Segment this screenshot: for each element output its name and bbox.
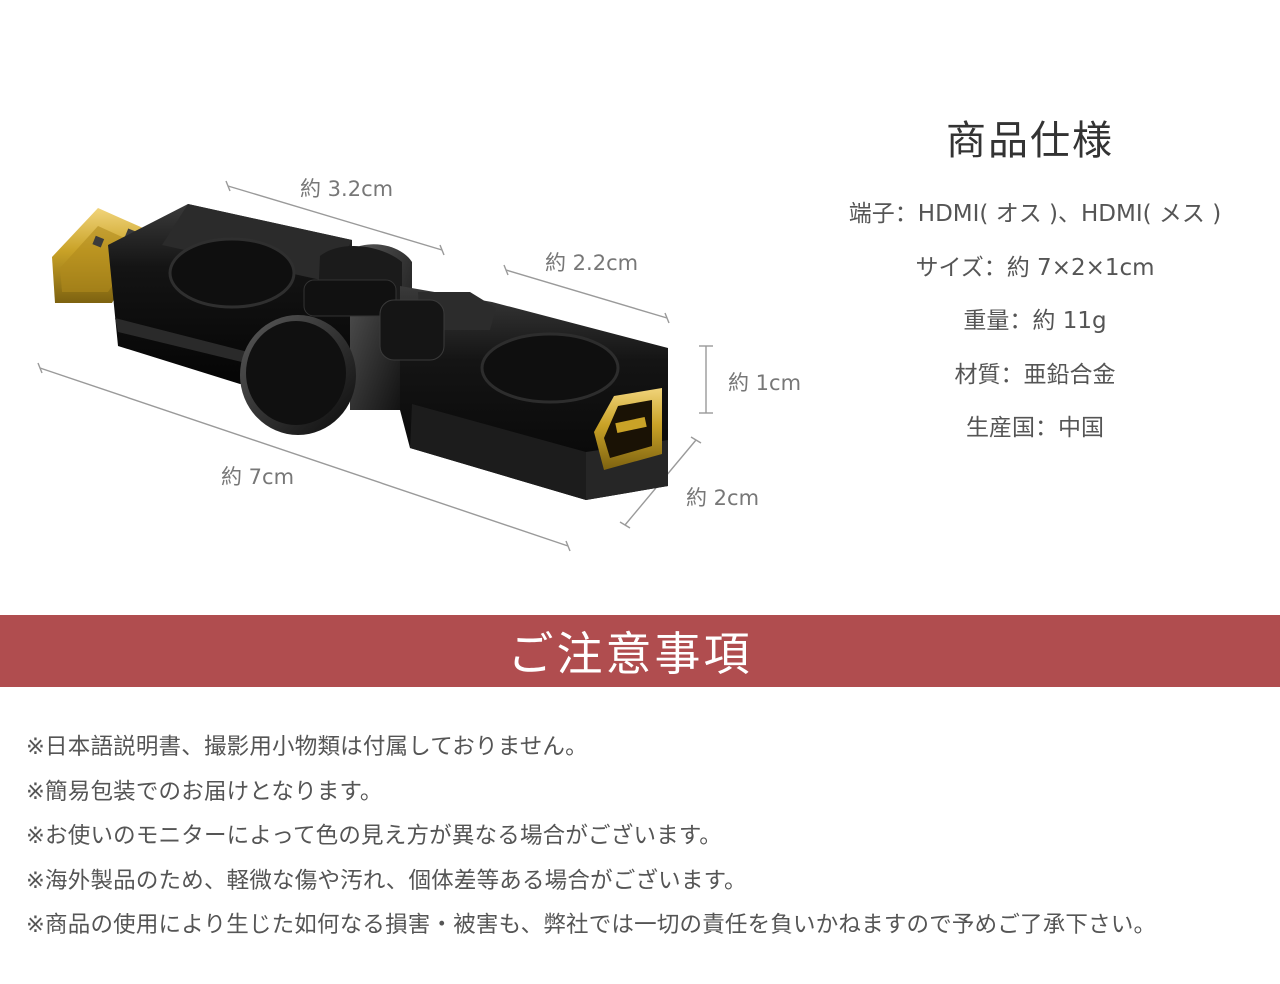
spec-weight: 重量：約 11g [963, 308, 1107, 334]
notice-item: ※海外製品のため、軽微な傷や汚れ、個体差等ある場合がございます。 [26, 867, 747, 894]
spec-origin: 生産国：中国 [966, 415, 1104, 441]
dimension-length: 約 7cm [221, 465, 295, 489]
dimension-depth: 約 2cm [686, 486, 760, 510]
spec-terminal: 端子：HDMI( オス )、HDMI( メス ) [848, 201, 1222, 227]
notice-title: ご注意事項 [507, 627, 753, 681]
notice-item: ※商品の使用により生じた如何なる損害・被害も、弊社では一切の責任を負いかねますの… [26, 912, 1157, 939]
notice-list: ※日本語説明書、撮影用小物類は付属しておりません。 ※簡易包装でのお届けとなりま… [26, 728, 1276, 951]
spec-list: 端子：HDMI( オス )、HDMI( メス ) サイズ：約 7×2×1cm 重… [820, 192, 1250, 460]
spec-title: 商品仕様 [946, 118, 1114, 164]
notice-item: ※お使いのモニターによって色の見え方が異なる場合がございます。 [26, 823, 723, 850]
spec-material: 材質：亜鉛合金 [954, 361, 1116, 388]
notice-banner: ご注意事項 [0, 615, 1280, 687]
adapter-body-female [379, 286, 668, 500]
dimension-height: 約 1cm [728, 371, 802, 395]
notice-item: ※簡易包装でのお届けとなります。 [26, 778, 383, 805]
dimension-connector-width: 約 2.2cm [545, 251, 639, 275]
dimension-top-width: 約 3.2cm [300, 177, 394, 201]
spec-size: サイズ：約 7×2×1cm [915, 254, 1155, 281]
notice-item: ※日本語説明書、撮影用小物類は付属しておりません。 [26, 734, 588, 760]
